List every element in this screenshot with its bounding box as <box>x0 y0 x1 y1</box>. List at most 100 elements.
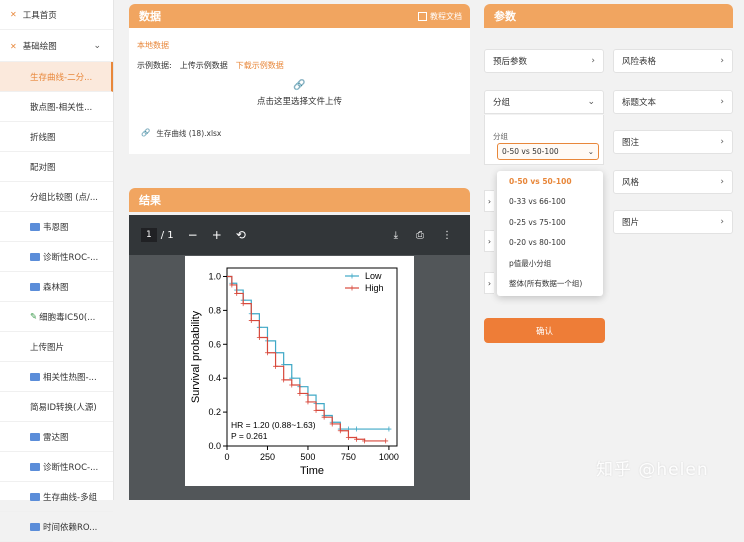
sidebar-item-label: 时间依赖RO... <box>43 522 98 533</box>
new-badge-icon <box>30 522 40 531</box>
chevron-down-icon: ⌄ <box>587 147 594 156</box>
sidebar-item-label: 工具首页 <box>22 10 57 21</box>
sidebar-item-label: 简易ID转换(人源) <box>30 402 97 413</box>
censor-mark <box>386 426 392 432</box>
x-tick-label: 500 <box>300 452 315 462</box>
prognosis-params-label: 预后参数 <box>493 57 528 67</box>
sidebar-item[interactable]: 上传图片 <box>0 332 113 362</box>
group-label: 分组 <box>493 132 508 141</box>
legend-label: Low <box>365 271 382 281</box>
params-panel-title: 参数 <box>494 10 516 23</box>
collapsed-section-stub[interactable]: › <box>484 230 494 252</box>
km-chart: 0.0 0.2 0.4 0.6 0.8 1.0 0 250 500 750 1000 Time Surv… <box>190 267 399 477</box>
uploaded-file[interactable]: 🔗 生存曲线 (18).xlsx <box>141 128 221 139</box>
sidebar-item[interactable]: ✎ 细胞毒IC50(... <box>0 302 113 332</box>
sidebar-item-home[interactable]: ✕ 工具首页 <box>0 0 113 30</box>
sidebar-item-label: 生存曲线-多组 <box>43 492 98 503</box>
more-menu-icon[interactable]: ⋮ <box>442 230 452 241</box>
new-badge-icon <box>30 222 40 231</box>
dropdown-option[interactable]: p值最小分组 <box>497 253 603 274</box>
censor-mark <box>354 426 360 432</box>
watermark: 知乎 @helen <box>596 460 709 480</box>
y-axis-label: Survival probability <box>190 310 202 403</box>
confirm-button[interactable]: 确认 <box>484 318 605 343</box>
legend-button[interactable]: 图注 › <box>613 130 733 154</box>
title-text-button[interactable]: 标题文本 › <box>613 90 733 114</box>
sidebar-item[interactable]: 简易ID转换(人源) <box>0 392 113 422</box>
style-button[interactable]: 风格 › <box>613 170 733 194</box>
new-badge-icon <box>30 492 40 501</box>
sidebar-item[interactable]: 森林图 <box>0 272 113 302</box>
group-select[interactable]: 0-50 vs 50-100 ⌄ <box>497 143 599 160</box>
collapsed-section-stub[interactable]: › <box>484 272 494 294</box>
censor-mark <box>256 335 262 341</box>
sidebar-group-basic[interactable]: ✕ 基础绘图 ⌄ <box>0 30 113 62</box>
sidebar-item[interactable]: 生存曲线-多组 <box>0 482 113 512</box>
sidebar-item-label: 配对图 <box>30 162 56 173</box>
sidebar-item[interactable]: 韦恩图 <box>0 212 113 242</box>
zoom-out-button[interactable]: − <box>188 228 198 242</box>
censor-mark <box>297 390 303 396</box>
link-icon: 🔗 <box>141 128 151 137</box>
stat-annotation: HR = 1.20 (0.88~1.63) <box>231 420 316 430</box>
dropdown-option[interactable]: 0-20 vs 80-100 <box>497 233 603 254</box>
download-example-link[interactable]: 下载示例数据 <box>236 60 284 71</box>
x-tick-label: 0 <box>224 452 229 462</box>
dropdown-option[interactable]: 0-33 vs 66-100 <box>497 192 603 213</box>
y-tick-label: 0.2 <box>208 407 221 417</box>
upload-example-link[interactable]: 上传示例数据 <box>180 60 228 71</box>
sidebar-item[interactable]: 雷达图 <box>0 422 113 452</box>
page-number-input[interactable]: 1 <box>141 228 157 242</box>
data-panel-title: 数据 <box>139 10 161 23</box>
sidebar-item[interactable]: 配对图 <box>0 152 113 182</box>
local-data-tab[interactable]: 本地数据 <box>137 40 169 51</box>
print-icon[interactable]: ⎙ <box>416 230 424 241</box>
data-panel-body: 本地数据 示例数据: 上传示例数据 下载示例数据 🔗 点击这里选择文件上传 🔗 … <box>129 28 470 154</box>
prognosis-params-button[interactable]: 预后参数 › <box>484 49 604 73</box>
sidebar-item[interactable]: 折线图 <box>0 122 113 152</box>
sidebar-item[interactable]: 相关性热图-... <box>0 362 113 392</box>
doc-link[interactable]: 教程文档 <box>418 11 462 22</box>
censor-mark <box>273 363 279 369</box>
sidebar-item-label: 雷达图 <box>43 432 69 443</box>
group-section-button[interactable]: 分组 ⌄ <box>484 90 604 114</box>
group-dropdown: 0-50 vs 50-100 0-33 vs 66-100 0-25 vs 75… <box>497 171 603 296</box>
censor-mark <box>234 290 240 296</box>
y-tick-label: 0.4 <box>208 373 221 383</box>
censor-mark <box>281 377 287 383</box>
dropdown-option[interactable]: 0-25 vs 75-100 <box>497 212 603 233</box>
collapsed-section-stub[interactable]: › <box>484 190 494 212</box>
sidebar: ✕ 工具首页 ✕ 基础绘图 ⌄ 生存曲线-二分... 散点图-相关性... 折线图配对… <box>0 0 114 542</box>
dropdown-option[interactable]: 整体(所有数据一个组) <box>497 274 603 295</box>
image-button[interactable]: 图片 › <box>613 210 733 234</box>
sidebar-item-label: 诊断性ROC-... <box>43 252 99 263</box>
sidebar-item-label: 细胞毒IC50(... <box>39 312 96 323</box>
y-tick-label: 1.0 <box>208 271 221 281</box>
result-panel-title: 结果 <box>139 194 161 207</box>
chevron-right-icon: › <box>720 217 724 227</box>
x-tick-label: 750 <box>341 452 356 462</box>
x-tick-label: 1000 <box>379 452 399 462</box>
sidebar-group-label: 基础绘图 <box>22 41 57 52</box>
dropdown-option[interactable]: 0-50 vs 50-100 <box>497 171 603 192</box>
sidebar-item[interactable]: 分组比较图 (点/... <box>0 182 113 212</box>
sidebar-item[interactable]: 时间依赖RO... <box>0 512 113 542</box>
sidebar-item-label: 诊断性ROC-... <box>43 462 99 473</box>
sidebar-item[interactable]: 诊断性ROC-... <box>0 242 113 272</box>
x-axis-label: Time <box>300 465 324 477</box>
sidebar-item[interactable]: 诊断性ROC-... <box>0 452 113 482</box>
zoom-in-button[interactable]: + <box>212 228 222 242</box>
sidebar-item[interactable]: 散点图-相关性... <box>0 92 113 122</box>
file-name: 生存曲线 (18).xlsx <box>156 129 222 138</box>
page-total: / 1 <box>160 229 174 241</box>
upload-zone[interactable]: 🔗 点击这里选择文件上传 <box>129 80 470 107</box>
new-badge-icon <box>30 432 40 441</box>
chevron-right-icon: › <box>591 56 595 66</box>
risk-table-button[interactable]: 风险表格 › <box>613 49 733 73</box>
pdf-toolbar: 1 / 1 − + ⟲ ⤓ ⎙ ⋮ <box>129 215 470 255</box>
result-panel-header: 结果 <box>129 188 470 212</box>
rotate-icon[interactable]: ⟲ <box>236 228 246 242</box>
chevron-down-icon: ⌄ <box>587 97 595 107</box>
sidebar-item[interactable]: 生存曲线-二分... <box>0 62 113 92</box>
download-icon[interactable]: ⤓ <box>394 230 398 241</box>
